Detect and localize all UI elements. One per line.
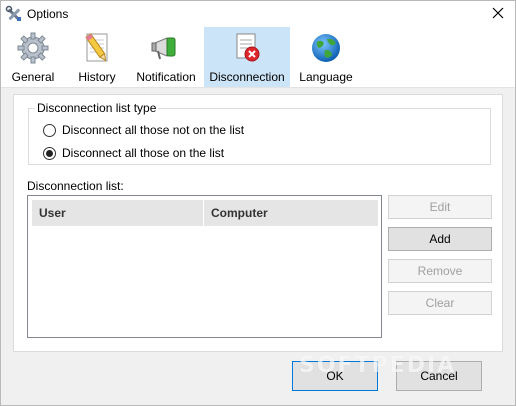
tab-label: Disconnection — [209, 70, 285, 84]
tab-label: General — [11, 70, 55, 84]
window-title: Options — [27, 7, 69, 21]
close-icon — [492, 7, 504, 22]
tab-language[interactable]: Language — [295, 27, 357, 87]
tab-label: Language — [299, 70, 353, 84]
radio-label: Disconnect all those not on the list — [62, 123, 245, 137]
tools-icon — [5, 5, 23, 23]
clear-button[interactable]: Clear — [388, 291, 492, 315]
column-header-computer[interactable]: Computer — [204, 200, 378, 226]
add-button[interactable]: Add — [388, 227, 492, 251]
radio-on-list[interactable]: Disconnect all those on the list — [43, 146, 224, 160]
ok-button[interactable]: OK — [292, 361, 378, 391]
toolbar-divider — [1, 87, 515, 88]
list-header: User Computer — [32, 200, 378, 226]
options-tabs: General History Notification Disconnecti… — [1, 27, 515, 87]
document-error-icon — [230, 31, 264, 65]
globe-icon — [309, 31, 343, 65]
tab-history[interactable]: History — [67, 27, 127, 87]
disconnection-panel: Disconnection list type Disconnect all t… — [13, 94, 503, 352]
tab-label: History — [78, 70, 116, 84]
gear-icon — [16, 31, 50, 65]
tab-notification[interactable]: Notification — [132, 27, 200, 87]
close-button[interactable] — [481, 1, 515, 27]
pencil-paper-icon — [80, 31, 114, 65]
edit-button[interactable]: Edit — [388, 195, 492, 219]
title-bar[interactable]: Options — [1, 1, 515, 27]
group-title: Disconnection list type — [35, 101, 159, 115]
radio-label: Disconnect all those on the list — [62, 146, 225, 160]
megaphone-icon — [149, 31, 183, 65]
radio-button[interactable] — [43, 146, 56, 160]
tab-general[interactable]: General — [3, 27, 63, 87]
radio-not-on-list[interactable]: Disconnect all those not on the list — [43, 123, 244, 137]
radio-button[interactable] — [43, 123, 56, 137]
disconnection-list[interactable]: User Computer — [27, 195, 382, 338]
disconnection-list-label: Disconnection list: — [27, 179, 124, 193]
remove-button[interactable]: Remove — [388, 259, 492, 283]
tab-label: Notification — [136, 70, 196, 84]
options-dialog: Options General History Notification Dis… — [0, 0, 516, 406]
column-header-user[interactable]: User — [32, 200, 204, 226]
tab-disconnection[interactable]: Disconnection — [204, 27, 290, 87]
cancel-button[interactable]: Cancel — [396, 361, 482, 391]
disconnection-type-group: Disconnection list type Disconnect all t… — [28, 101, 491, 165]
